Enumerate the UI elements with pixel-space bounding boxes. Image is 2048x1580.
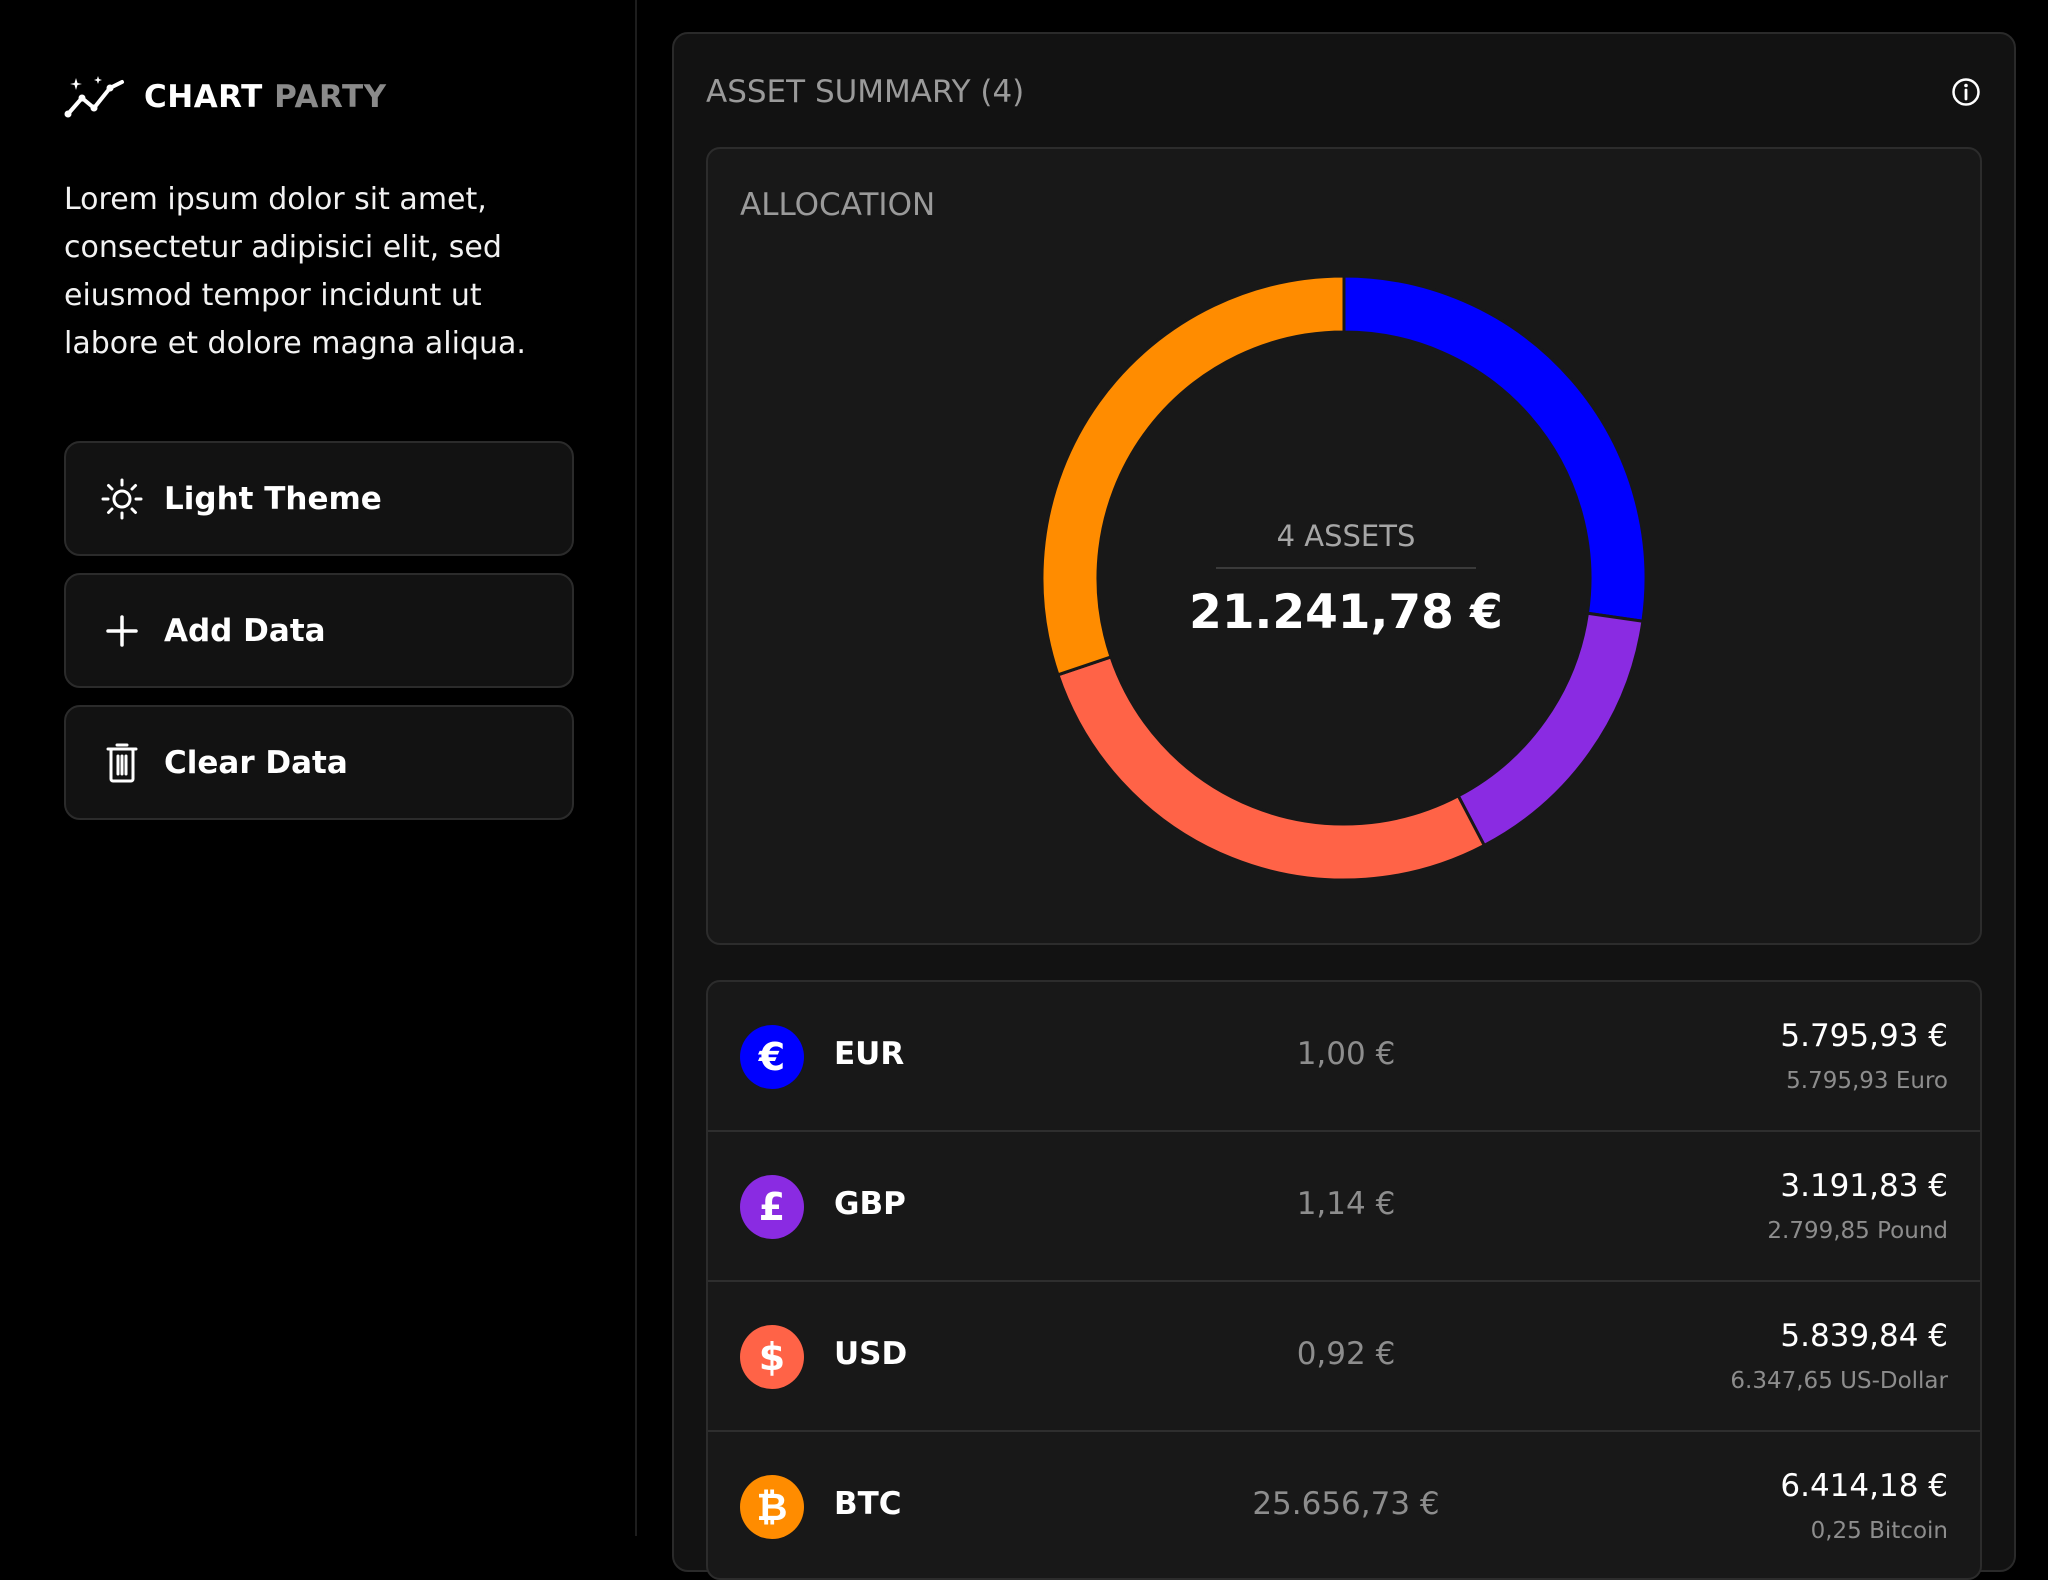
asset-rate: 0,92 € (1296, 1336, 1396, 1372)
donut-slice-eur[interactable] (1342, 274, 1648, 623)
sun-icon (100, 477, 144, 521)
asset-row-gbp[interactable]: £ GBP 1,14 € 3.191,83 € 2.799,85 Pound (708, 1132, 1980, 1282)
brand-word-2: PARTY (274, 79, 387, 115)
asset-row-usd[interactable]: $ USD 0,92 € 5.839,84 € 6.347,65 US-Doll… (708, 1282, 1980, 1432)
asset-amount: 2.799,85 Pound (1767, 1218, 1948, 1244)
intro-text: Lorem ipsum dolor sit amet, consectetur … (64, 182, 526, 361)
allocation-card: ALLOCATION 4 ASSETS 21.241,78 € (706, 147, 1982, 945)
asset-value: 3.191,83 € (1780, 1168, 1948, 1204)
plus-icon (100, 609, 144, 653)
light-theme-label: Light Theme (164, 480, 382, 517)
logo[interactable]: CHART PARTY (64, 74, 387, 120)
sparkle-chart-icon (64, 76, 124, 118)
add-data-label: Add Data (164, 612, 326, 649)
clear-data-button[interactable]: Clear Data (64, 705, 574, 820)
trash-icon (100, 741, 144, 785)
bitcoin-coin-icon: ₿ (740, 1475, 804, 1539)
asset-code: BTC (834, 1486, 902, 1522)
donut-slice-usd[interactable] (1056, 654, 1487, 882)
asset-summary-panel: ASSET SUMMARY (4) ALLOCATION 4 ASSETS 21… (672, 32, 2016, 1580)
sidebar: CHART PARTY Lorem ipsum dolor sit amet, … (0, 0, 637, 1536)
brand-name: CHART PARTY (144, 79, 387, 115)
asset-value: 5.795,93 € (1780, 1018, 1948, 1054)
add-data-button[interactable]: Add Data (64, 573, 574, 688)
asset-summary-title: ASSET SUMMARY (4) (706, 74, 1025, 110)
clear-data-label: Clear Data (164, 744, 348, 781)
total-value: 21.241,78 € (1189, 585, 1503, 640)
asset-value: 5.839,84 € (1780, 1318, 1948, 1354)
asset-rate: 1,00 € (1296, 1036, 1396, 1072)
light-theme-button[interactable]: Light Theme (64, 441, 574, 556)
asset-list: € EUR 1,00 € 5.795,93 € 5.795,93 Euro £ … (706, 980, 1982, 1580)
asset-row-eur[interactable]: € EUR 1,00 € 5.795,93 € 5.795,93 Euro (708, 982, 1980, 1132)
asset-value: 6.414,18 € (1780, 1468, 1948, 1504)
asset-amount: 0,25 Bitcoin (1810, 1518, 1948, 1544)
asset-rate: 1,14 € (1296, 1186, 1396, 1222)
asset-code: GBP (834, 1186, 906, 1222)
asset-amount: 5.795,93 Euro (1786, 1068, 1948, 1094)
info-icon[interactable] (1950, 76, 1982, 108)
donut-slice-gbp[interactable] (1456, 611, 1645, 848)
asset-code: EUR (834, 1036, 905, 1072)
asset-row-btc[interactable]: ₿ BTC 25.656,73 € 6.414,18 € 0,25 Bitcoi… (708, 1432, 1980, 1578)
dollar-coin-icon: $ (740, 1325, 804, 1389)
asset-code: USD (834, 1336, 908, 1372)
pound-coin-icon: £ (740, 1175, 804, 1239)
brand-word-1: CHART (144, 79, 263, 115)
asset-count-label: 4 ASSETS (1216, 519, 1476, 569)
asset-rate: 25.656,73 € (1252, 1486, 1440, 1522)
asset-amount: 6.347,65 US-Dollar (1730, 1368, 1948, 1394)
euro-coin-icon: € (740, 1025, 804, 1089)
